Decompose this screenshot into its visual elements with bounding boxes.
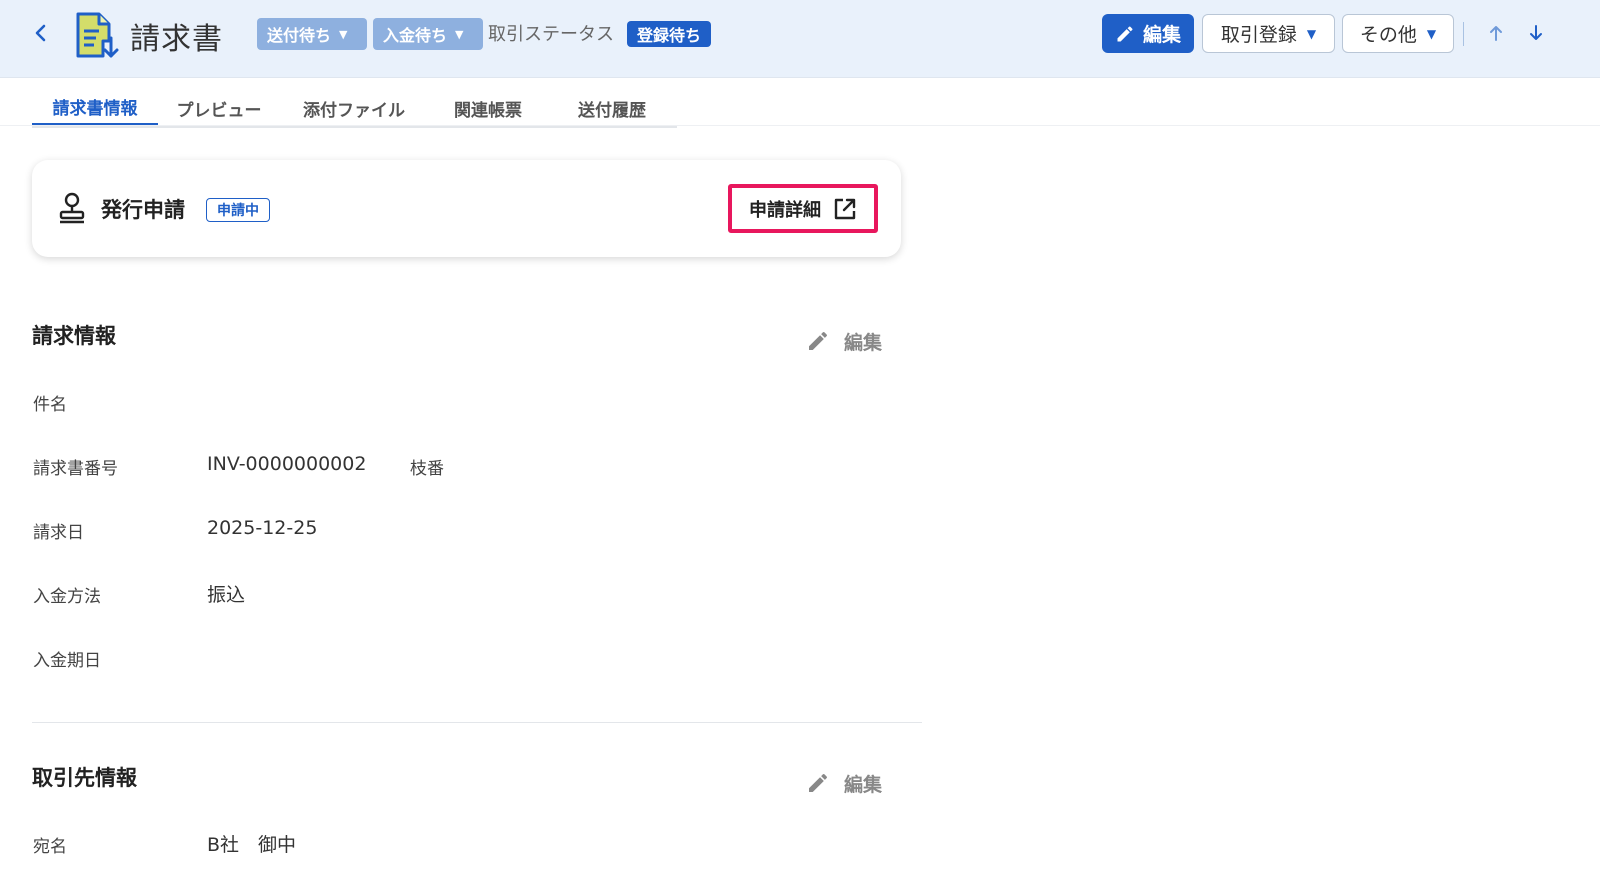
billing-edit-button[interactable]: 編集 xyxy=(806,326,882,356)
payment-status-label: 入金待ち xyxy=(383,26,448,45)
invoice-document-icon xyxy=(76,12,119,58)
field-label-addressee: 宛名 xyxy=(33,837,67,857)
more-label: その他 xyxy=(1359,24,1417,46)
approval-status-badge: 申請中 xyxy=(206,198,270,222)
tabs-divider xyxy=(0,125,1600,126)
edit-button[interactable]: 編集 xyxy=(1102,14,1194,53)
caret-down-icon: ▼ xyxy=(1306,26,1317,41)
pencil-icon xyxy=(809,331,828,350)
client-info-title: 取引先情報 xyxy=(32,766,137,790)
edit-button-label: 編集 xyxy=(1142,24,1181,46)
tab-send-history[interactable]: 送付履歴 xyxy=(562,90,662,126)
field-label-payment-due: 入金期日 xyxy=(33,651,101,671)
send-status-dropdown[interactable]: 送付待ち ▼ xyxy=(257,18,367,50)
field-label-branch-number: 枝番 xyxy=(410,459,444,479)
deal-status-badge: 登録待ち xyxy=(627,21,712,47)
next-record-button[interactable] xyxy=(1523,20,1549,46)
field-value-payment-method: 振込 xyxy=(207,584,246,606)
field-label-invoice-date: 請求日 xyxy=(33,523,84,543)
tab-invoice-info[interactable]: 請求書情報 xyxy=(32,90,158,126)
caret-down-icon: ▼ xyxy=(1426,26,1437,41)
tab-preview[interactable]: プレビュー xyxy=(169,90,269,126)
toolbar-separator xyxy=(1463,22,1464,46)
arrow-down-icon xyxy=(1530,25,1542,40)
stamp-icon xyxy=(59,192,85,224)
field-label-subject: 件名 xyxy=(33,395,67,415)
approval-title: 発行申請 xyxy=(101,198,185,222)
register-deal-dropdown[interactable]: 取引登録 ▼ xyxy=(1202,14,1335,53)
page-title: 請求書 xyxy=(130,22,223,57)
arrow-up-icon xyxy=(1490,26,1502,41)
chevron-left-icon xyxy=(35,24,46,42)
pencil-icon xyxy=(1117,25,1133,41)
billing-edit-label: 編集 xyxy=(844,331,883,354)
field-value-addressee: B社 御中 xyxy=(207,834,297,856)
section-divider xyxy=(32,722,922,723)
caret-down-icon: ▼ xyxy=(455,27,464,41)
field-label-invoice-number: 請求書番号 xyxy=(33,459,118,479)
field-value-invoice-date: 2025-12-25 xyxy=(207,517,318,539)
issue-approval-card: 発行申請 申請中 申請詳細 xyxy=(32,160,901,257)
approval-detail-label: 申請詳細 xyxy=(749,199,821,221)
deal-status-label: 取引ステータス xyxy=(488,24,614,45)
register-deal-label: 取引登録 xyxy=(1220,24,1297,46)
client-edit-label: 編集 xyxy=(844,773,883,796)
client-edit-button[interactable]: 編集 xyxy=(806,768,882,798)
tab-attachments[interactable]: 添付ファイル xyxy=(298,90,410,126)
field-value-invoice-number: INV-0000000002 xyxy=(207,453,367,475)
previous-record-button[interactable] xyxy=(1483,20,1509,46)
caret-down-icon: ▼ xyxy=(339,27,348,41)
more-dropdown[interactable]: その他 ▼ xyxy=(1342,14,1454,53)
field-label-payment-method: 入金方法 xyxy=(33,587,101,607)
tab-bar: 請求書情報 プレビュー 添付ファイル 関連帳票 送付履歴 xyxy=(32,90,677,128)
external-link-icon xyxy=(834,198,856,219)
page-header: 請求書 送付待ち ▼ 入金待ち ▼ 取引ステータス 登録待ち 編集 取引登録 ▼… xyxy=(0,0,1600,78)
back-button[interactable] xyxy=(28,20,54,46)
send-status-label: 送付待ち xyxy=(267,26,332,45)
tab-related-documents[interactable]: 関連帳票 xyxy=(438,90,538,126)
approval-detail-button[interactable]: 申請詳細 xyxy=(728,184,878,233)
billing-info-title: 請求情報 xyxy=(32,324,116,348)
pencil-icon xyxy=(809,773,828,792)
payment-status-dropdown[interactable]: 入金待ち ▼ xyxy=(373,18,483,50)
